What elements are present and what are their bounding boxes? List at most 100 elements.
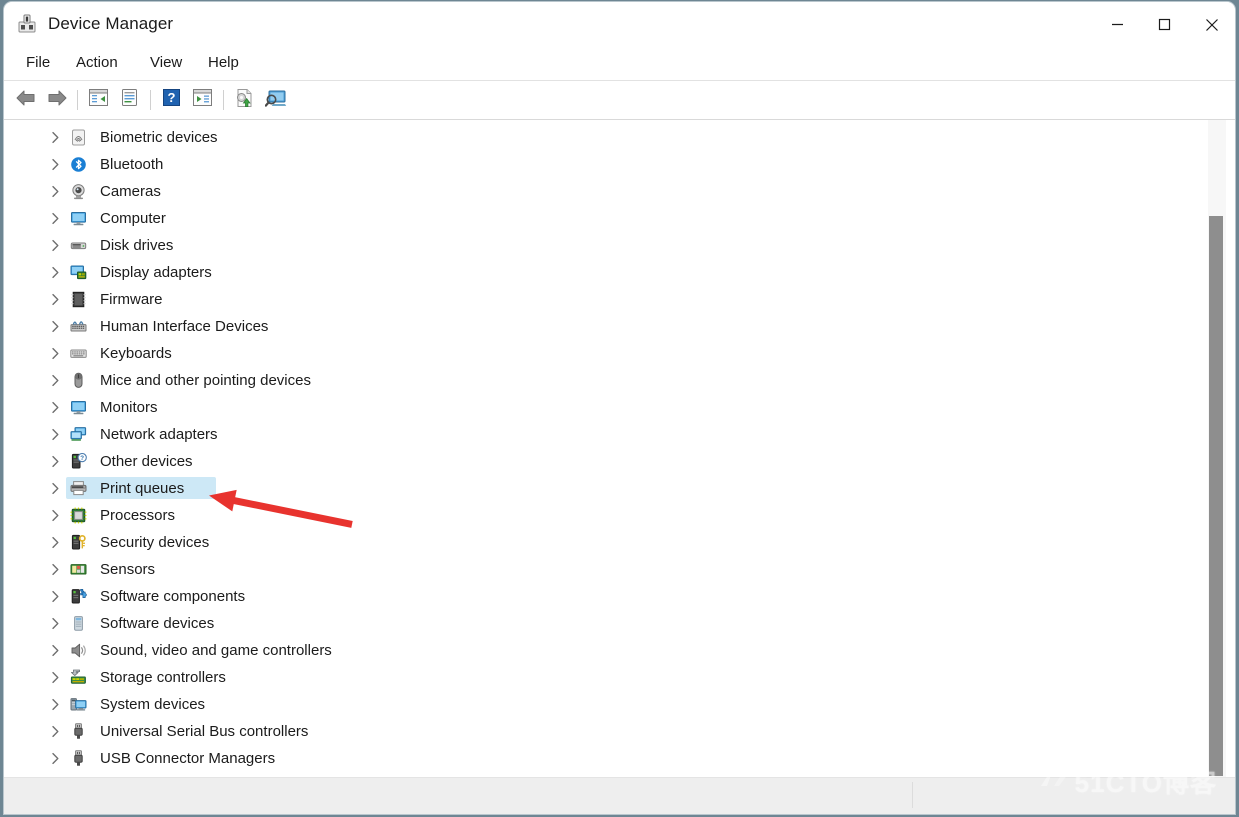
tree-item-disk-drives[interactable]: Disk drives xyxy=(4,232,1199,259)
scan-hardware-button[interactable] xyxy=(260,85,291,115)
tree-item-biometric-devices[interactable]: Biometric devices xyxy=(4,124,1199,151)
firmware-icon xyxy=(70,291,87,308)
close-button[interactable] xyxy=(1188,2,1235,47)
tree-item-mice-and-other-pointing-devices[interactable]: Mice and other pointing devices xyxy=(4,367,1199,394)
security-device-icon xyxy=(70,534,87,551)
chevron-right-icon[interactable] xyxy=(46,367,64,394)
watermark-logo-icon xyxy=(1039,766,1069,797)
action-pane-icon xyxy=(192,88,213,112)
chevron-right-icon[interactable] xyxy=(46,394,64,421)
monitor-icon xyxy=(70,399,87,416)
camera-icon xyxy=(70,183,87,200)
chevron-right-icon[interactable] xyxy=(46,205,64,232)
svg-text:?: ? xyxy=(168,90,176,105)
tree-item-firmware[interactable]: Firmware xyxy=(4,286,1199,313)
tree-item-label: Firmware xyxy=(100,291,163,308)
watermark: 51CTO博客 xyxy=(1039,763,1217,800)
tree-item-label: Computer xyxy=(100,210,166,227)
processor-icon xyxy=(70,507,87,524)
tree-item-print-queues[interactable]: Print queues xyxy=(4,475,1199,502)
chevron-right-icon[interactable] xyxy=(46,178,64,205)
menu-action[interactable]: Action xyxy=(69,52,125,73)
tree-item-human-interface-devices[interactable]: Human Interface Devices xyxy=(4,313,1199,340)
chevron-right-icon[interactable] xyxy=(46,610,64,637)
chevron-right-icon[interactable] xyxy=(46,232,64,259)
menu-help[interactable]: Help xyxy=(201,52,246,73)
chevron-right-icon[interactable] xyxy=(46,259,64,286)
forward-button[interactable] xyxy=(41,85,72,115)
chevron-right-icon[interactable] xyxy=(46,502,64,529)
tree-item-keyboards[interactable]: Keyboards xyxy=(4,340,1199,367)
tree-item-other-devices[interactable]: ? Other devices xyxy=(4,448,1199,475)
chevron-right-icon[interactable] xyxy=(46,745,64,772)
maximize-button[interactable] xyxy=(1141,2,1188,47)
show-hide-console-tree-button[interactable] xyxy=(83,85,114,115)
chevron-right-icon[interactable] xyxy=(46,340,64,367)
tree-item-system-devices[interactable]: System devices xyxy=(4,691,1199,718)
chevron-right-icon[interactable] xyxy=(46,637,64,664)
tree-item-cameras[interactable]: Cameras xyxy=(4,178,1199,205)
software-device-icon xyxy=(70,615,87,632)
tree-item-display-adapters[interactable]: Display adapters xyxy=(4,259,1199,286)
biometric-icon xyxy=(70,129,87,146)
minimize-button[interactable] xyxy=(1094,2,1141,47)
sound-device-icon xyxy=(70,642,87,659)
toolbar-separator-2 xyxy=(150,90,151,110)
tree-item-monitors[interactable]: Monitors xyxy=(4,394,1199,421)
chevron-right-icon[interactable] xyxy=(46,151,64,178)
properties-button[interactable] xyxy=(114,85,145,115)
chevron-right-icon[interactable] xyxy=(46,313,64,340)
update-driver-icon xyxy=(234,88,255,113)
keyboard-icon xyxy=(70,345,87,362)
tree-item-processors[interactable]: Processors xyxy=(4,502,1199,529)
tree-item-label: Network adapters xyxy=(100,426,218,443)
chevron-right-icon[interactable] xyxy=(46,664,64,691)
bluetooth-icon xyxy=(70,156,87,173)
chevron-right-icon[interactable] xyxy=(46,556,64,583)
tree-item-bluetooth[interactable]: Bluetooth xyxy=(4,151,1199,178)
storage-controller-icon xyxy=(70,669,87,686)
tree-item-universal-serial-bus-controllers[interactable]: Universal Serial Bus controllers xyxy=(4,718,1199,745)
tree-item-sensors[interactable]: Sensors xyxy=(4,556,1199,583)
tree-item-software-components[interactable]: Software components xyxy=(4,583,1199,610)
window-controls xyxy=(1094,2,1235,47)
tree-item-computer[interactable]: Computer xyxy=(4,205,1199,232)
help-button[interactable]: ? xyxy=(156,85,187,115)
chevron-right-icon[interactable] xyxy=(46,475,64,502)
tree-item-label: Security devices xyxy=(100,534,210,551)
toolbar-separator-1 xyxy=(77,90,78,110)
chevron-right-icon[interactable] xyxy=(46,529,64,556)
menu-file[interactable]: File xyxy=(19,52,57,73)
chevron-right-icon[interactable] xyxy=(46,448,64,475)
tree-item-storage-controllers[interactable]: Storage controllers xyxy=(4,664,1199,691)
sensor-icon xyxy=(70,561,87,578)
menu-view[interactable]: View xyxy=(143,52,189,73)
tree-item-label: USB Connector Managers xyxy=(100,750,276,767)
show-hide-action-pane-button[interactable] xyxy=(187,85,218,115)
tree-item-label: Bluetooth xyxy=(100,156,164,173)
tree-item-network-adapters[interactable]: Network adapters xyxy=(4,421,1199,448)
chevron-right-icon[interactable] xyxy=(46,286,64,313)
tree-item-security-devices[interactable]: Security devices xyxy=(4,529,1199,556)
properties-icon xyxy=(120,88,139,112)
tree-item-usb-connector-managers[interactable]: USB Connector Managers xyxy=(4,745,1199,772)
vertical-scrollbar[interactable] xyxy=(1198,120,1235,778)
tree-item-label: Monitors xyxy=(100,399,158,416)
tree-item-label: Mice and other pointing devices xyxy=(100,372,311,389)
tree-viewport[interactable]: Biometric devices Bluetooth Cameras Compute… xyxy=(4,120,1199,778)
chevron-right-icon[interactable] xyxy=(46,691,64,718)
back-button[interactable] xyxy=(10,85,41,115)
tree-item-label: Storage controllers xyxy=(100,669,226,686)
back-arrow-icon xyxy=(15,88,37,113)
chevron-right-icon[interactable] xyxy=(46,124,64,151)
chevron-right-icon[interactable] xyxy=(46,583,64,610)
tree-item-label: Sound, video and game controllers xyxy=(100,642,332,659)
tree-item-software-devices[interactable]: Software devices xyxy=(4,610,1199,637)
horizontal-scroll-thumb[interactable] xyxy=(4,782,913,808)
title-bar: Device Manager xyxy=(4,2,1235,47)
vertical-scroll-thumb[interactable] xyxy=(1209,216,1223,776)
tree-item-sound-video-and-game-controllers[interactable]: Sound, video and game controllers xyxy=(4,637,1199,664)
chevron-right-icon[interactable] xyxy=(46,421,64,448)
chevron-right-icon[interactable] xyxy=(46,718,64,745)
update-driver-button[interactable] xyxy=(229,85,260,115)
